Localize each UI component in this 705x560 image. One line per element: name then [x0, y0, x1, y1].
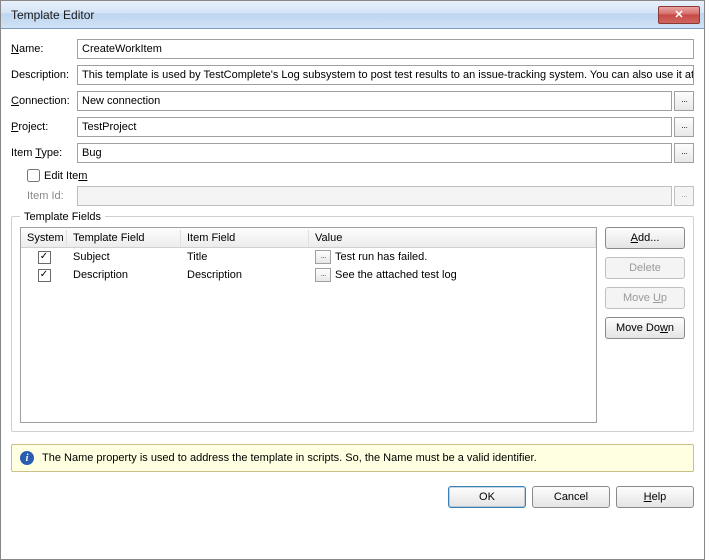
connection-text: New connection: [82, 95, 160, 107]
add-button[interactable]: Add...: [605, 227, 685, 249]
label-edit-item: Edit Item: [44, 170, 87, 182]
value-text: Test run has failed.: [335, 251, 427, 263]
cell-item-field: Title: [181, 251, 309, 263]
system-checkbox[interactable]: ✓: [38, 269, 51, 282]
th-system[interactable]: System: [21, 230, 67, 246]
connection-input[interactable]: New connection: [77, 91, 672, 111]
label-project: Project:: [11, 121, 77, 133]
project-input[interactable]: TestProject: [77, 117, 672, 137]
label-description: Description:: [11, 69, 77, 81]
row-project: Project: TestProject ···: [11, 117, 694, 137]
table-row[interactable]: ✓ Description Description ··· See the at…: [21, 266, 596, 284]
fields-table[interactable]: System Template Field Item Field Value ✓…: [20, 227, 597, 423]
value-text: See the attached test log: [335, 269, 457, 281]
row-description: Description: This template is used by Te…: [11, 65, 694, 85]
item-id-browse-button: ···: [674, 186, 694, 206]
template-fields-group: Template Fields System Template Field It…: [11, 216, 694, 432]
table-header: System Template Field Item Field Value: [21, 228, 596, 248]
ok-button[interactable]: OK: [448, 486, 526, 508]
name-input[interactable]: [77, 39, 694, 59]
th-item-field[interactable]: Item Field: [181, 230, 309, 246]
item-type-browse-button[interactable]: ···: [674, 143, 694, 163]
cancel-button[interactable]: Cancel: [532, 486, 610, 508]
label-item-type: Item Type:: [11, 147, 77, 159]
item-id-input: [77, 186, 672, 206]
titlebar: Template Editor ✕: [1, 1, 704, 29]
label-name: Name:: [11, 43, 77, 55]
fields-button-column: Add... Delete Move Up Move Down: [605, 227, 685, 423]
cell-value: ··· See the attached test log: [309, 268, 596, 282]
project-browse-button[interactable]: ···: [674, 117, 694, 137]
info-text: The Name property is used to address the…: [42, 452, 537, 464]
connection-browse-button[interactable]: ···: [674, 91, 694, 111]
dialog-footer: OK Cancel Help: [1, 478, 704, 518]
project-text: TestProject: [82, 121, 136, 133]
close-button[interactable]: ✕: [658, 6, 700, 24]
label-connection: Connection:: [11, 95, 77, 107]
close-icon: ✕: [674, 8, 683, 21]
description-text: This template is used by TestComplete's …: [82, 69, 694, 81]
row-edit-item: Edit Item: [27, 169, 694, 182]
info-bar: i The Name property is used to address t…: [11, 444, 694, 472]
value-browse-button[interactable]: ···: [315, 268, 331, 282]
th-value[interactable]: Value: [309, 230, 596, 246]
item-type-input[interactable]: Bug: [77, 143, 672, 163]
window-title: Template Editor: [11, 8, 658, 22]
row-item-type: Item Type: Bug ···: [11, 143, 694, 163]
item-type-text: Bug: [82, 147, 102, 159]
cell-template-field: Subject: [67, 251, 181, 263]
label-item-id: Item Id:: [27, 190, 77, 202]
value-browse-button[interactable]: ···: [315, 250, 331, 264]
edit-item-checkbox[interactable]: [27, 169, 40, 182]
help-button[interactable]: Help: [616, 486, 694, 508]
move-down-button[interactable]: Move Down: [605, 317, 685, 339]
row-connection: Connection: New connection ···: [11, 91, 694, 111]
description-input[interactable]: This template is used by TestComplete's …: [77, 65, 694, 85]
dialog-content: Name: Description: This template is used…: [1, 29, 704, 478]
cell-template-field: Description: [67, 269, 181, 281]
row-name: Name:: [11, 39, 694, 59]
cell-item-field: Description: [181, 269, 309, 281]
template-fields-legend: Template Fields: [20, 211, 105, 223]
move-up-button: Move Up: [605, 287, 685, 309]
cell-value: ··· Test run has failed.: [309, 250, 596, 264]
info-icon: i: [20, 451, 34, 465]
delete-button: Delete: [605, 257, 685, 279]
table-row[interactable]: ✓ Subject Title ··· Test run has failed.: [21, 248, 596, 266]
system-checkbox[interactable]: ✓: [38, 251, 51, 264]
row-item-id: Item Id: ···: [27, 186, 694, 206]
th-template-field[interactable]: Template Field: [67, 230, 181, 246]
